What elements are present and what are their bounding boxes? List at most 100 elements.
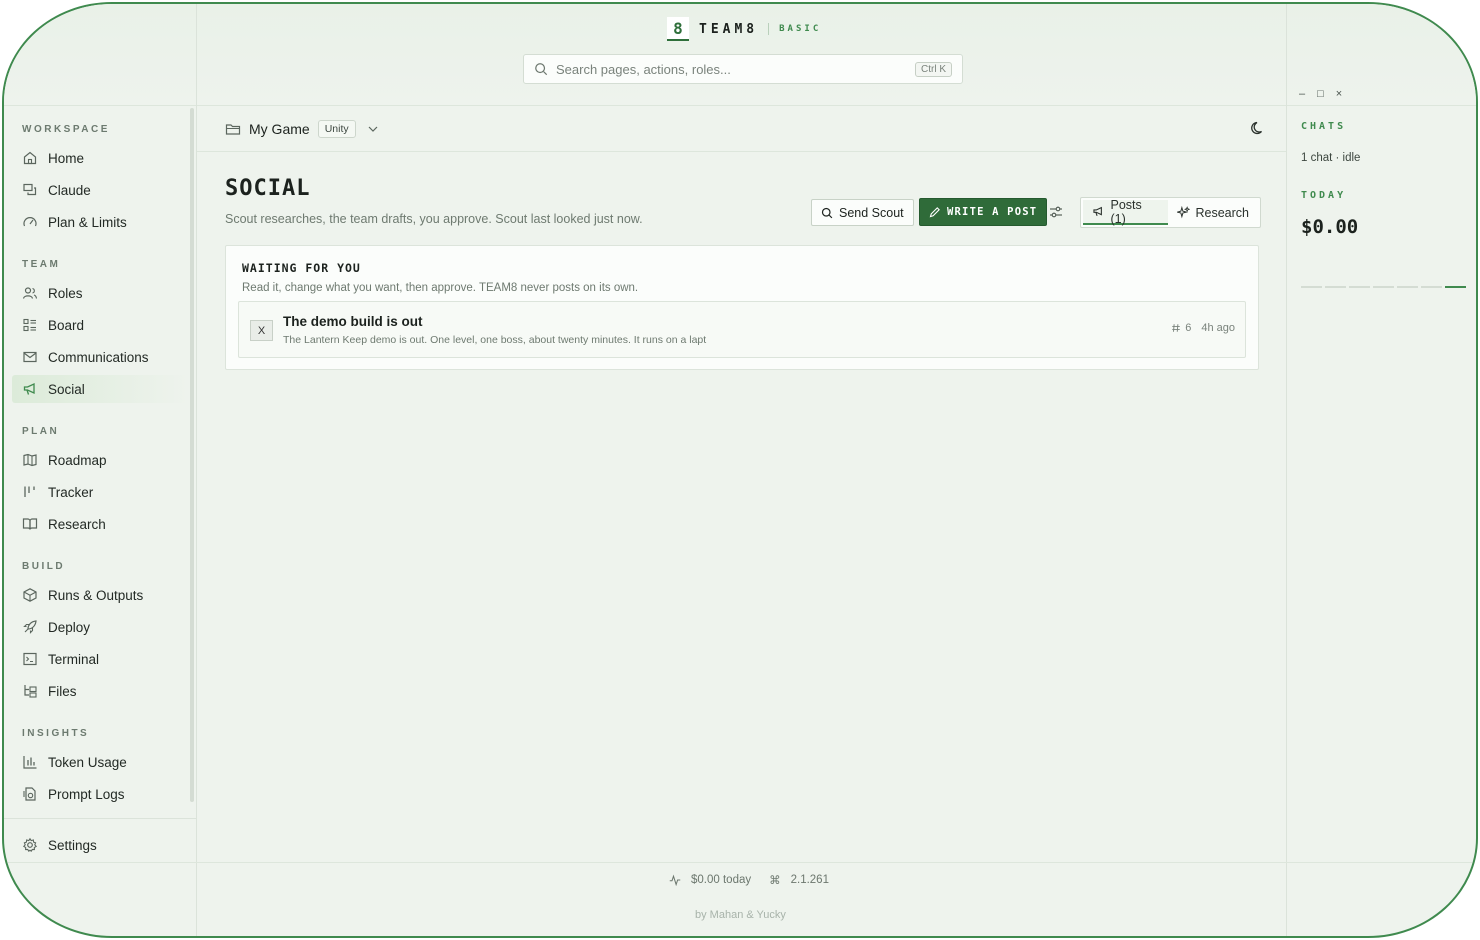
sidebar-item-plan-limits[interactable]: Plan & Limits <box>12 208 188 236</box>
sparkline-segment <box>1373 286 1394 288</box>
package-icon <box>23 588 37 602</box>
project-name[interactable]: My Game <box>249 121 310 137</box>
sidebar-item-settings[interactable]: Settings <box>12 831 188 859</box>
send-scout-label: Send Scout <box>839 205 904 220</box>
usage-sparkline <box>1301 286 1466 288</box>
gear-icon <box>22 837 38 853</box>
search-icon <box>821 207 833 218</box>
app-window: 8 TEAM8 BASIC Ctrl K WORKSPACE Home Clau… <box>2 2 1478 938</box>
minimize-icon[interactable]: – <box>1299 88 1305 100</box>
list-item[interactable]: X The demo build is out The Lantern Keep… <box>238 301 1246 358</box>
tab-posts[interactable]: Posts (1) <box>1083 198 1168 226</box>
sidebar-item-label: Prompt Logs <box>48 786 125 802</box>
map-icon <box>23 453 37 467</box>
sidebar-item-label: Runs & Outputs <box>48 587 144 603</box>
search-shortcut: Ctrl K <box>915 61 952 77</box>
chats-status[interactable]: 1 chat · idle <box>1301 152 1360 164</box>
chats-label: CHATS <box>1301 121 1347 132</box>
window-controls: – □ × <box>1299 88 1342 100</box>
sparkline-segment <box>1301 286 1322 288</box>
sidebar-item-label: Research <box>48 516 106 532</box>
send-scout-button[interactable]: Send Scout <box>811 199 914 226</box>
chat-icon <box>23 183 37 196</box>
sidebar-item-label: Communications <box>48 349 149 365</box>
maximize-icon[interactable]: □ <box>1317 88 1324 100</box>
today-label: TODAY <box>1301 190 1347 201</box>
sidebar-item-tracker[interactable]: Tracker <box>12 478 188 506</box>
sparkline-segment <box>1445 286 1466 288</box>
write-post-button[interactable]: WRITE A POST <box>919 198 1048 226</box>
sidebar-item-home[interactable]: Home <box>12 144 188 172</box>
chevron-down-icon[interactable] <box>364 121 382 137</box>
sliders-icon[interactable] <box>1048 204 1064 220</box>
main-content: My Game Unity SOCIAL Scout researches, t… <box>197 106 1286 862</box>
sidebar-item-files[interactable]: Files <box>12 677 188 705</box>
view-toggle: Posts (1) Research <box>1080 197 1261 228</box>
waiting-for-you-card: WAITING FOR YOU Read it, change what you… <box>225 245 1259 370</box>
sidebar-item-claude[interactable]: Claude <box>12 176 188 204</box>
sidebar-item-label: Social <box>48 381 85 397</box>
folder-icon <box>225 123 241 135</box>
sparkline-segment <box>1349 286 1370 288</box>
sidebar-item-runs-outputs[interactable]: Runs & Outputs <box>12 581 188 609</box>
hash-icon <box>1172 324 1180 332</box>
megaphone-icon <box>1093 206 1102 216</box>
sidebar-item-label: Terminal <box>48 651 100 667</box>
moon-icon[interactable] <box>1250 120 1266 136</box>
mail-icon <box>23 351 37 363</box>
plan-tier-badge: BASIC <box>779 24 822 34</box>
section-plan: PLAN <box>22 426 60 437</box>
users-icon <box>22 287 38 299</box>
credits: by Mahan & Yucky <box>695 909 786 921</box>
today-cost: $0.00 <box>1301 216 1359 238</box>
platform-x-badge: X <box>250 320 273 341</box>
rocket-icon <box>23 620 37 634</box>
project-bar: My Game Unity <box>197 106 1286 152</box>
sidebar-item-prompt-logs[interactable]: Prompt Logs <box>12 780 188 808</box>
book-icon <box>22 518 38 530</box>
sidebar-item-board[interactable]: Board <box>12 311 188 339</box>
post-time: 4h ago <box>1201 322 1235 334</box>
post-preview: The Lantern Keep demo is out. One level,… <box>283 334 707 346</box>
brand-logo: 8 <box>667 17 689 41</box>
sidebar-item-social[interactable]: Social <box>12 375 188 403</box>
terminal-icon <box>23 652 37 666</box>
tracker-icon <box>24 486 35 497</box>
sidebar-item-label: Token Usage <box>48 754 127 770</box>
footer-stats: $0.00 today ⌘ 2.1.261 <box>669 873 829 887</box>
sidebar-item-label: Tracker <box>48 484 94 500</box>
sidebar-bottom-divider <box>4 818 196 819</box>
card-title: WAITING FOR YOU <box>242 261 361 275</box>
sidebar-item-terminal[interactable]: Terminal <box>12 645 188 673</box>
sidebar-item-research[interactable]: Research <box>12 510 188 538</box>
card-subtitle: Read it, change what you want, then appr… <box>242 282 639 294</box>
home-icon <box>23 151 37 165</box>
page-subtitle: Scout researches, the team drafts, you a… <box>225 212 643 226</box>
sparkline-segment <box>1325 286 1346 288</box>
app-version: 2.1.261 <box>790 874 829 886</box>
sidebar-item-roles[interactable]: Roles <box>12 279 188 307</box>
section-team: TEAM <box>22 259 61 270</box>
sidebar-item-label: Files <box>48 683 77 699</box>
section-workspace: WORKSPACE <box>22 124 110 135</box>
sidebar-item-communications[interactable]: Communications <box>12 343 188 371</box>
tab-research[interactable]: Research <box>1168 200 1259 225</box>
global-search[interactable]: Ctrl K <box>523 54 963 84</box>
sidebar-scrollbar[interactable] <box>190 108 194 802</box>
section-insights: INSIGHTS <box>22 728 90 739</box>
right-panel: – □ × CHATS 1 chat · idle TODAY $0.00 <box>1287 4 1476 862</box>
close-icon[interactable]: × <box>1336 88 1342 100</box>
board-icon <box>23 318 36 332</box>
sidebar-item-roadmap[interactable]: Roadmap <box>12 446 188 474</box>
hashtag-count-value: 6 <box>1185 322 1192 334</box>
post-title: The demo build is out <box>283 314 423 329</box>
sidebar-item-deploy[interactable]: Deploy <box>12 613 188 641</box>
section-build: BUILD <box>22 561 66 572</box>
footer-cost: $0.00 today <box>691 874 752 886</box>
sidebar-item-label: Deploy <box>48 619 91 635</box>
bar-chart-icon <box>23 756 37 769</box>
sidebar-item-token-usage[interactable]: Token Usage <box>12 748 188 776</box>
engine-badge: Unity <box>317 119 356 138</box>
folder-tree-icon <box>24 685 37 698</box>
search-input[interactable] <box>556 61 907 77</box>
